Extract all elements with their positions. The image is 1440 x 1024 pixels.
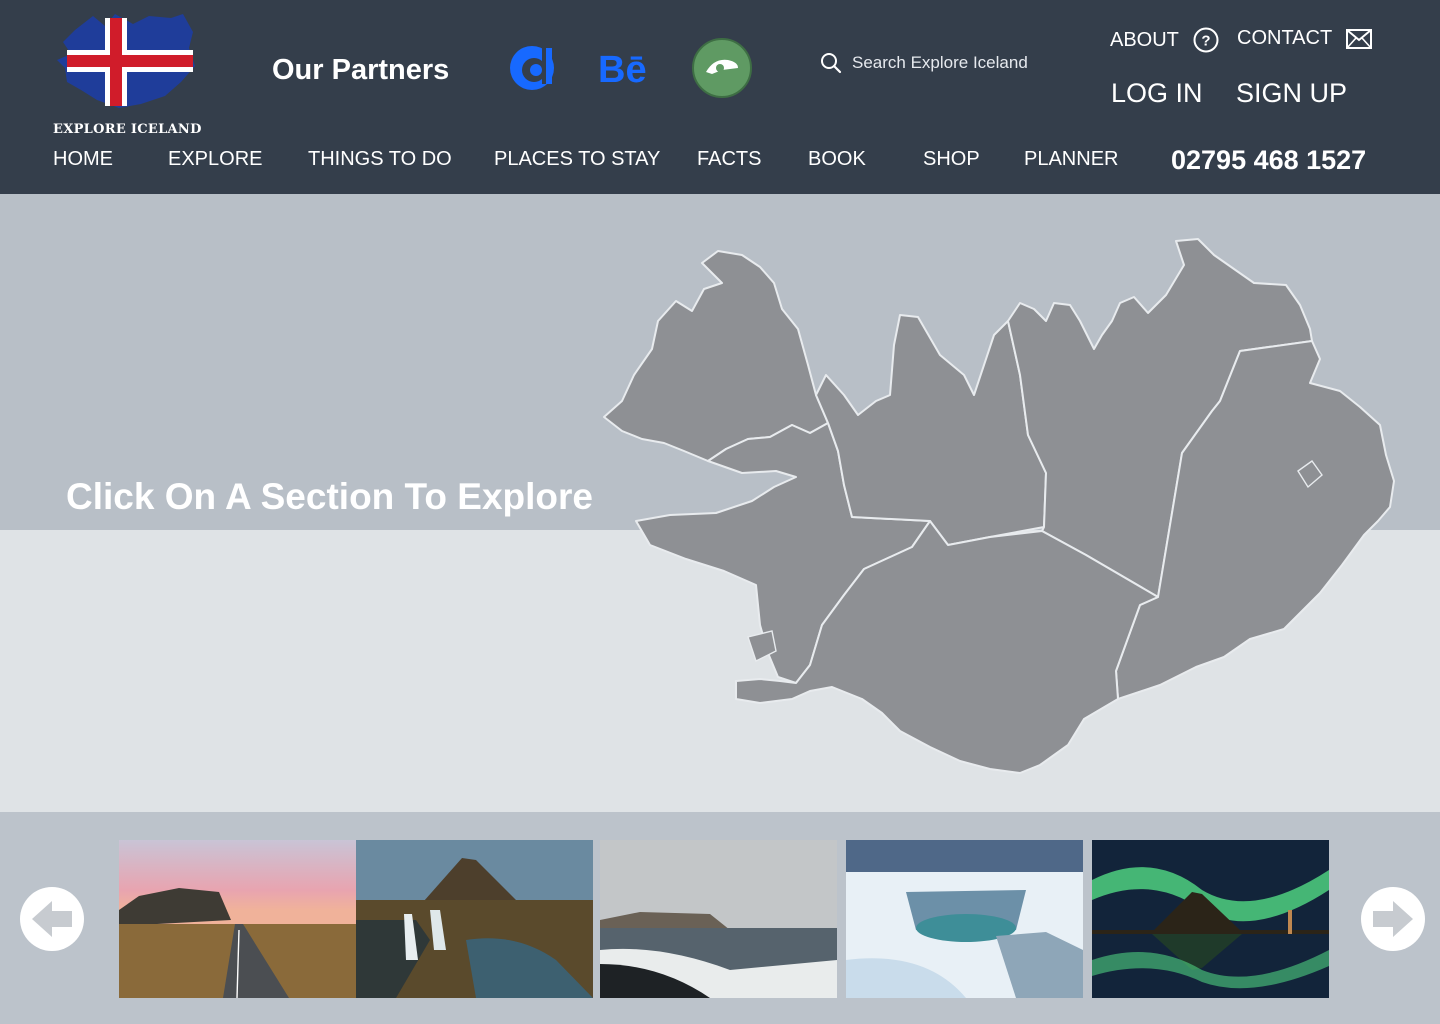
search-bar[interactable] (820, 52, 1052, 74)
carousel-next-button[interactable] (1361, 887, 1425, 951)
carousel-image-northern-lights[interactable] (1092, 840, 1329, 998)
deviantart-icon[interactable] (692, 38, 752, 98)
about-label: ABOUT (1110, 28, 1179, 51)
map-region-northwest[interactable] (815, 314, 1047, 546)
contact-link[interactable]: CONTACT (1237, 27, 1373, 50)
nav-item-facts[interactable]: FACTS (697, 148, 761, 171)
search-input[interactable] (852, 53, 1052, 73)
nav-item-places-to-stay[interactable]: PLACES TO STAY (494, 148, 660, 171)
site-logo[interactable]: EXPLORE ICELAND (53, 10, 213, 140)
site-header: EXPLORE ICELAND Our Partners Bē ABOUT (0, 0, 1440, 194)
iceland-flag-icon (57, 14, 195, 108)
arrow-left-icon (32, 901, 72, 937)
nav-item-shop[interactable]: SHOP (923, 148, 980, 171)
mail-icon (1346, 28, 1373, 49)
partners-title: Our Partners (272, 54, 450, 86)
arrow-right-icon (1373, 901, 1413, 937)
phone-number[interactable]: 02795 468 1527 (1171, 145, 1366, 176)
carousel-image-frozen-waterfall[interactable] (846, 840, 1083, 998)
nav-item-planner[interactable]: PLANNER (1024, 148, 1118, 171)
nav-item-things-to-do[interactable]: THINGS TO DO (308, 148, 452, 171)
search-icon[interactable] (820, 52, 842, 74)
svg-text:Bē: Bē (598, 49, 647, 91)
help-icon: ? (1193, 27, 1219, 53)
photo-carousel (0, 812, 1440, 1024)
explore-prompt: Click On A Section To Explore (66, 476, 593, 517)
carousel-image-black-sand-beach[interactable] (600, 840, 837, 998)
about-link[interactable]: ABOUT ? (1110, 27, 1219, 53)
behance-icon[interactable]: Bē (594, 38, 654, 98)
logo-text: EXPLORE ICELAND (53, 122, 202, 137)
nav-item-explore[interactable]: EXPLORE (168, 148, 262, 171)
carousel-prev-button[interactable] (20, 887, 84, 951)
svg-text:?: ? (1201, 33, 1210, 50)
carousel-image-kirkjufell-waterfall[interactable] (356, 840, 593, 998)
nav-item-home[interactable]: HOME (53, 148, 113, 171)
nav-item-book[interactable]: BOOK (808, 148, 866, 171)
signup-button[interactable]: SIGN UP (1236, 78, 1347, 109)
contact-label: CONTACT (1237, 27, 1333, 49)
carousel-image-road-sunset[interactable] (119, 840, 356, 998)
login-button[interactable]: LOG IN (1111, 78, 1203, 109)
iceland-region-map (603, 238, 1395, 774)
dailymotion-icon[interactable] (502, 38, 562, 98)
